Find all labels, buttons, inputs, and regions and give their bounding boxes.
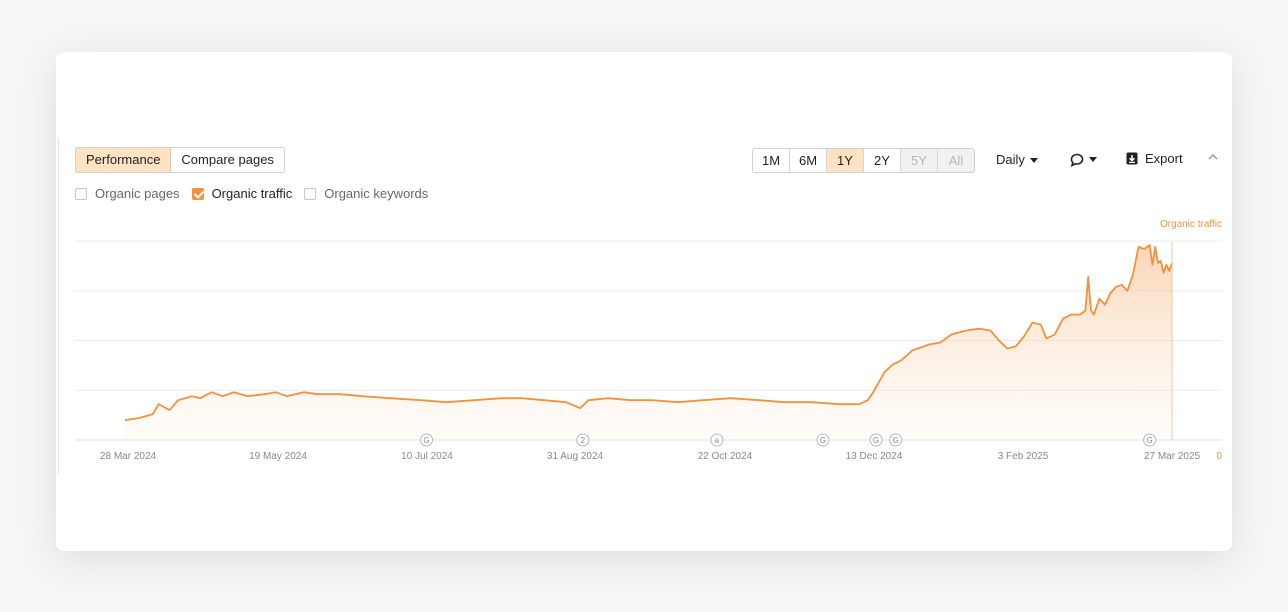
x-tick-label: 28 Mar 2024 [100, 451, 157, 462]
x-tick-label: 3 Feb 2025 [998, 451, 1049, 462]
x-tick-label: 13 Dec 2024 [846, 451, 903, 462]
event-marker-label: G [423, 436, 429, 445]
event-marker-label: G [892, 436, 898, 445]
y-zero-label: 0 [1216, 451, 1222, 462]
x-tick-label: 19 May 2024 [249, 451, 307, 462]
event-marker-label: G [873, 436, 879, 445]
series-area [125, 245, 1172, 440]
event-marker-label: G [1147, 436, 1153, 445]
x-tick-label: 10 Jul 2024 [401, 451, 453, 462]
x-tick-label: 27 Mar 2025 [1144, 451, 1201, 462]
event-marker-label: G [820, 436, 826, 445]
event-marker-label: a [715, 436, 720, 445]
x-tick-label: 22 Oct 2024 [698, 451, 753, 462]
event-marker-label: 2 [581, 436, 586, 445]
traffic-chart: 28 Mar 2024 19 May 2024 10 Jul 2024 31 Aug … [75, 240, 1222, 462]
x-tick-label: 31 Aug 2024 [547, 451, 604, 462]
